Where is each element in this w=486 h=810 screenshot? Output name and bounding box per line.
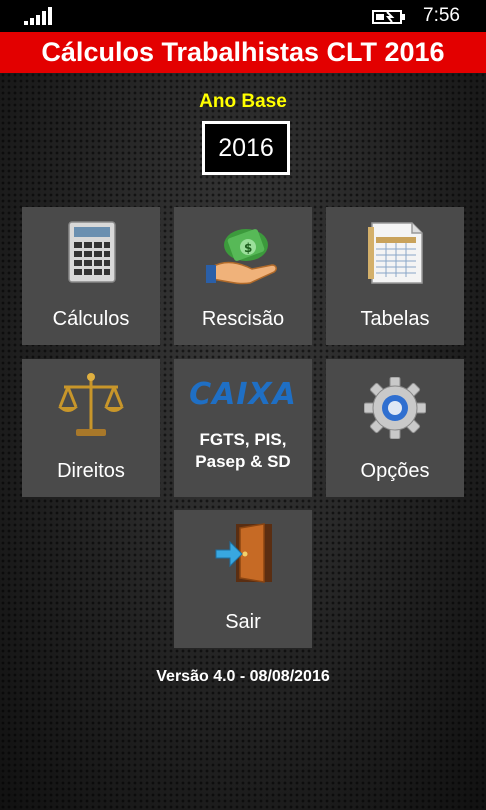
gear-icon: [364, 377, 426, 439]
fgts-label: FGTS, PIS, Pasep & SD: [174, 429, 312, 473]
status-bar: 7:56: [0, 0, 486, 32]
direitos-button[interactable]: Direitos: [22, 359, 160, 497]
scales-icon: [58, 373, 124, 436]
money-hand-icon: $: [206, 229, 277, 285]
app-title: Cálculos Trabalhistas CLT 2016: [0, 32, 486, 73]
year-input[interactable]: 2016: [202, 121, 290, 175]
clock: 7:56: [423, 5, 460, 26]
caixa-logo-icon: CAIXA: [189, 377, 297, 412]
calculos-button[interactable]: Cálculos: [22, 207, 160, 345]
version-label: Versão 4.0 - 08/08/2016: [156, 668, 330, 685]
fgts-pis-button[interactable]: CAIXA FGTS, PIS, Pasep & SD: [174, 359, 312, 497]
sair-button[interactable]: Sair: [174, 510, 312, 648]
opcoes-button[interactable]: Opções: [326, 359, 464, 497]
svg-text:$: $: [244, 241, 252, 255]
fgts-label-line1: FGTS, PIS,: [199, 430, 287, 449]
battery-charging-icon: [372, 10, 405, 24]
rescisao-label: Rescisão: [201, 308, 285, 330]
year-label: Ano Base: [199, 91, 287, 112]
calculator-icon: [68, 221, 116, 283]
tabelas-label: Tabelas: [360, 308, 430, 330]
opcoes-label: Opções: [360, 460, 430, 482]
rescisao-button[interactable]: $ Rescisão: [174, 207, 312, 345]
signal-strength-icon: [24, 7, 52, 25]
fgts-label-line2: Pasep & SD: [195, 452, 291, 471]
exit-door-icon: [215, 523, 272, 583]
calculos-label: Cálculos: [52, 308, 130, 330]
direitos-label: Direitos: [57, 460, 125, 482]
spreadsheet-icon: [368, 222, 423, 284]
sair-label: Sair: [225, 611, 261, 633]
tabelas-button[interactable]: Tabelas: [326, 207, 464, 345]
